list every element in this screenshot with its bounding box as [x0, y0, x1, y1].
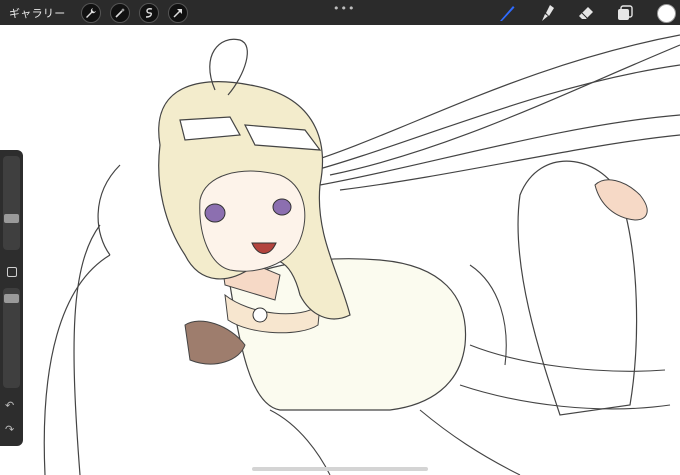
wrench-icon[interactable]: [80, 2, 101, 23]
modify-button[interactable]: [7, 267, 17, 277]
choker-tag: [252, 307, 268, 323]
smudge-icon[interactable]: [536, 3, 556, 23]
opacity-thumb[interactable]: [4, 294, 19, 303]
hair-tip: [184, 320, 246, 365]
hair-strands: [299, 34, 680, 191]
redo-icon[interactable]: ↷: [5, 423, 14, 436]
opacity-slider[interactable]: [3, 288, 20, 388]
pillow-outline: [43, 164, 121, 475]
right-eye: [272, 198, 292, 216]
brush-icon[interactable]: [497, 3, 517, 23]
selection-icon[interactable]: [138, 2, 159, 23]
undo-icon[interactable]: ↶: [5, 399, 14, 412]
left-eye: [204, 203, 226, 223]
layers-icon[interactable]: [615, 3, 635, 23]
move-arrow-icon[interactable]: [167, 2, 188, 23]
drawing-canvas[interactable]: [0, 25, 680, 475]
more-options-icon[interactable]: •••: [333, 2, 355, 15]
eraser-icon[interactable]: [576, 3, 596, 23]
gallery-button[interactable]: ギャラリー: [9, 5, 66, 21]
home-indicator: [252, 467, 428, 471]
brush-size-thumb[interactable]: [4, 214, 19, 223]
magic-wand-icon[interactable]: [109, 2, 130, 23]
brush-size-slider[interactable]: [3, 156, 20, 250]
side-controls: ↶ ↷: [0, 150, 23, 446]
color-picker-button[interactable]: [657, 4, 676, 23]
top-toolbar: ギャラリー •••: [0, 0, 680, 25]
